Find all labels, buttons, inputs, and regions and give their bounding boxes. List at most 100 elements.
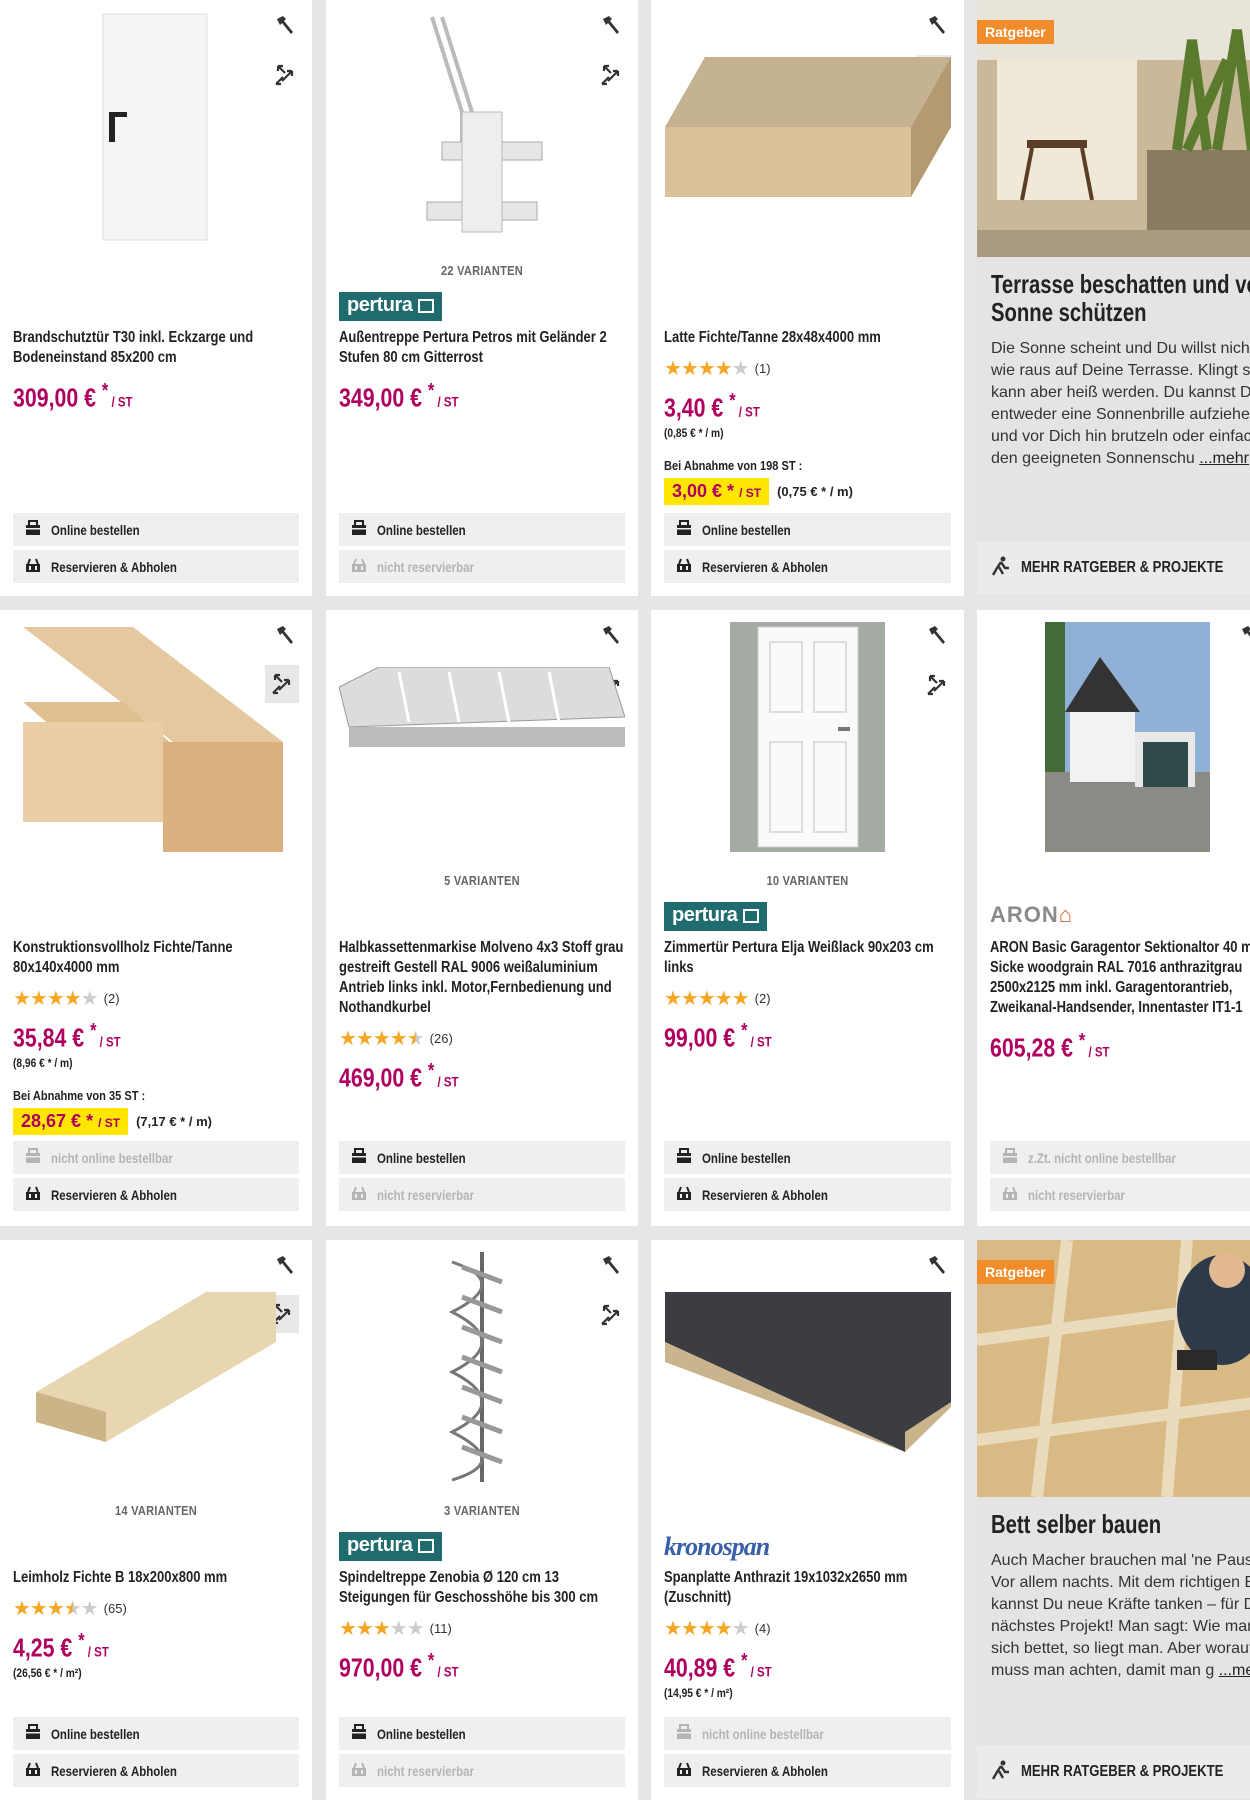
product-title[interactable]: Latte Fichte/Tanne 28x48x4000 mm	[664, 328, 958, 348]
reserve-pickup-button[interactable]: Reservieren & Abholen	[13, 1754, 299, 1787]
ratgeber-card[interactable]: Ratgeber Bett selber bauen Auch Macher bra…	[977, 1240, 1250, 1800]
order-online-button[interactable]: Online bestellen	[13, 513, 299, 546]
rating[interactable]: ★★★★★ (2)	[664, 986, 771, 1011]
reserve-pickup-button[interactable]: Reservieren & Abholen	[664, 1754, 951, 1787]
ratgeber-text-line: Die Sonne scheint und Du willst nichts	[991, 340, 1250, 357]
price: 469,00 € * / ST	[339, 1060, 459, 1093]
order-online-button[interactable]: Online bestellen	[13, 1717, 299, 1750]
product-image[interactable]	[990, 622, 1250, 852]
star-rating-icon: ★★★★★	[13, 1598, 99, 1620]
brand-logo: ARON⌂	[990, 902, 1073, 934]
product-title[interactable]: Brandschutztür T30 inkl. Eckzarge und Bo…	[13, 328, 307, 368]
reserve-pickup-button[interactable]: nicht reservierbar	[339, 550, 625, 583]
reserve-pickup-button[interactable]: Reservieren & Abholen	[664, 1178, 951, 1211]
product-card[interactable]: Konstruktionsvollholz Fichte/Tanne 80x14…	[0, 610, 312, 1226]
ratgeber-title[interactable]: Bett selber bauen	[991, 1510, 1250, 1538]
product-image[interactable]	[13, 12, 299, 242]
order-online-button[interactable]: Online bestellen	[664, 1141, 951, 1174]
star-rating-icon: ★★★★★	[664, 1618, 750, 1640]
variants-count[interactable]: 14 VARIANTEN	[23, 1503, 288, 1518]
variants-count[interactable]: 3 VARIANTEN	[349, 1503, 614, 1518]
star-rating-icon: ★★★★★	[13, 988, 99, 1010]
product-title[interactable]: ARON Basic Garagentor Sektionaltor 40 mm…	[990, 938, 1250, 1018]
rating[interactable]: ★★★★★ (65)	[13, 1596, 127, 1621]
rating[interactable]: ★★★★★ (4)	[664, 1616, 771, 1641]
variants-count[interactable]: 22 VARIANTEN	[349, 263, 614, 278]
store-basket-icon	[351, 557, 367, 576]
pertura-logo: pertura	[339, 292, 443, 321]
read-more-link[interactable]: ...meh	[1219, 1662, 1250, 1679]
ratgeber-card[interactable]: Ratgeber Terrasse beschatten und vor Sonn…	[977, 0, 1250, 596]
product-title[interactable]: Spanplatte Anthrazit 19x1032x2650 mm (Zu…	[664, 1568, 958, 1608]
ratgeber-title[interactable]: Terrasse beschatten und vor Sonne schütz…	[991, 270, 1250, 326]
product-image[interactable]	[339, 622, 625, 852]
base-price: (8,96 € * / m)	[13, 1056, 73, 1070]
cart-box-icon	[351, 520, 367, 539]
reserve-pickup-button[interactable]: Reservieren & Abholen	[13, 1178, 299, 1211]
variants-count[interactable]: 5 VARIANTEN	[349, 873, 614, 888]
review-count: (2)	[754, 991, 771, 1006]
bulk-label: Bei Abnahme von 35 ST :	[13, 1088, 146, 1103]
more-ratgeber-link[interactable]: MEHR RATGEBER & PROJEKTE	[977, 541, 1250, 595]
product-image[interactable]	[13, 622, 299, 852]
reserve-pickup-button[interactable]: nicht reservierbar	[339, 1754, 625, 1787]
brand-logo: pertura	[664, 902, 768, 934]
product-card[interactable]: ARON⌂ ARON Basic Garagentor Sektionaltor …	[977, 610, 1250, 1226]
order-online-button[interactable]: Online bestellen	[339, 1717, 625, 1750]
review-count: (1)	[754, 361, 771, 376]
bulk-label: Bei Abnahme von 198 ST :	[664, 458, 803, 473]
product-card[interactable]: 14 VARIANTEN Leimholz Fichte B 18x200x800…	[0, 1240, 312, 1800]
rating[interactable]: ★★★★★ (26)	[339, 1026, 453, 1051]
read-more-link[interactable]: ...mehr	[1199, 450, 1249, 467]
pertura-logo: pertura	[664, 902, 768, 931]
product-card[interactable]: Brandschutztür T30 inkl. Eckzarge und Bo…	[0, 0, 312, 596]
order-online-button[interactable]: Online bestellen	[339, 1141, 625, 1174]
product-image[interactable]	[339, 12, 625, 242]
rating[interactable]: ★★★★★ (1)	[664, 356, 771, 381]
review-count: (11)	[429, 1621, 452, 1636]
bulk-price: 3,00 € * / ST (0,75 € * / m)	[664, 478, 853, 505]
star-rating-icon: ★★★★★	[664, 988, 750, 1010]
review-count: (4)	[754, 1621, 771, 1636]
cart-box-icon	[1002, 1148, 1018, 1167]
more-ratgeber-link[interactable]: MEHR RATGEBER & PROJEKTE	[977, 1745, 1250, 1799]
cart-box-icon	[676, 1148, 692, 1167]
cart-box-icon	[351, 1724, 367, 1743]
product-image[interactable]	[339, 1252, 625, 1482]
price: 4,25 € * / ST	[13, 1630, 109, 1663]
rating[interactable]: ★★★★★ (2)	[13, 986, 120, 1011]
product-card[interactable]: 5 VARIANTEN Halbkassettenmarkise Molveno …	[326, 610, 638, 1226]
product-card[interactable]: kronospan Spanplatte Anthrazit 19x1032x26…	[651, 1240, 964, 1800]
product-card[interactable]: 3 VARIANTEN pertura Spindeltreppe Zenobia …	[326, 1240, 638, 1800]
reserve-pickup-button[interactable]: Reservieren & Abholen	[13, 550, 299, 583]
reserve-pickup-button[interactable]: nicht reservierbar	[990, 1178, 1250, 1211]
ratgeber-text-line: sich bettet, so liegt man. Aber worauf	[991, 1640, 1250, 1657]
store-basket-icon	[25, 1185, 41, 1204]
product-title[interactable]: Leimholz Fichte B 18x200x800 mm	[13, 1568, 307, 1588]
ratgeber-text-line: entweder eine Sonnenbrille aufziehen	[991, 406, 1250, 423]
order-online-button[interactable]: Online bestellen	[339, 513, 625, 546]
product-card[interactable]: Latte Fichte/Tanne 28x48x4000 mm ★★★★★ (1)…	[651, 0, 964, 596]
review-count: (26)	[429, 1031, 453, 1046]
product-image[interactable]	[13, 1252, 299, 1482]
product-card[interactable]: 10 VARIANTEN pertura Zimmertür Pertura Elj…	[651, 610, 964, 1226]
variants-count[interactable]: 10 VARIANTEN	[674, 873, 940, 888]
product-image[interactable]	[664, 622, 951, 852]
reserve-pickup-button[interactable]: Reservieren & Abholen	[664, 550, 951, 583]
product-title[interactable]: Konstruktionsvollholz Fichte/Tanne 80x14…	[13, 938, 307, 978]
store-basket-icon	[25, 557, 41, 576]
product-title[interactable]: Spindeltreppe Zenobia Ø 120 cm 13 Steigu…	[339, 1568, 633, 1608]
order-online-button[interactable]: z.Zt. nicht online bestellbar	[990, 1141, 1250, 1174]
rating[interactable]: ★★★★★ (11)	[339, 1616, 452, 1641]
product-title[interactable]: Zimmertür Pertura Elja Weißlack 90x203 c…	[664, 938, 958, 978]
product-title[interactable]: Außentreppe Pertura Petros mit Geländer …	[339, 328, 633, 368]
product-card[interactable]: 22 VARIANTEN pertura Außentreppe Pertura P…	[326, 0, 638, 596]
cart-box-icon	[351, 1148, 367, 1167]
order-online-button[interactable]: nicht online bestellbar	[13, 1141, 299, 1174]
order-online-button[interactable]: Online bestellen	[664, 513, 951, 546]
order-online-button[interactable]: nicht online bestellbar	[664, 1717, 951, 1750]
product-title[interactable]: Halbkassettenmarkise Molveno 4x3 Stoff g…	[339, 938, 633, 1018]
product-image[interactable]	[664, 12, 951, 242]
product-image[interactable]	[664, 1252, 951, 1482]
reserve-pickup-button[interactable]: nicht reservierbar	[339, 1178, 625, 1211]
